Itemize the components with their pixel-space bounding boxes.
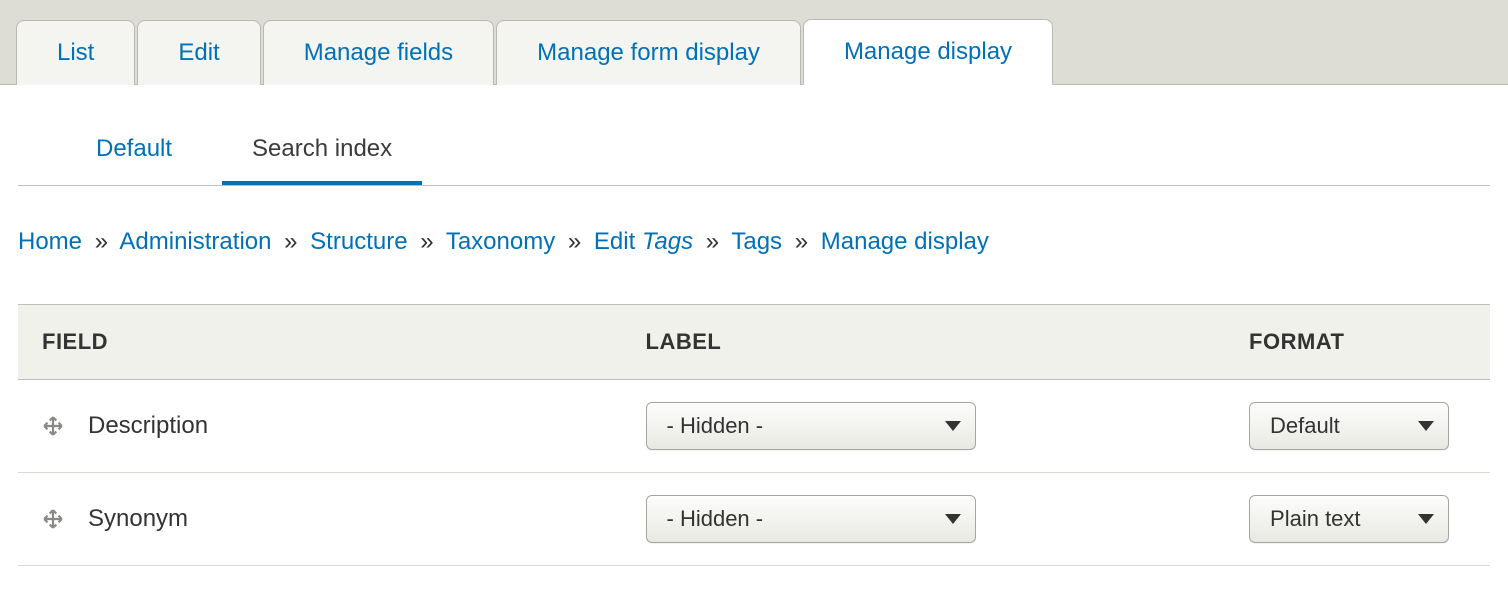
select-value: Plain text <box>1270 506 1361 532</box>
subtab-default[interactable]: Default <box>66 125 202 185</box>
crumb-home[interactable]: Home <box>18 228 82 255</box>
crumb-manage-display[interactable]: Manage display <box>821 228 989 255</box>
drag-handle-icon[interactable] <box>42 508 64 530</box>
th-label: LABEL <box>622 305 1226 380</box>
crumb-administration[interactable]: Administration <box>119 228 271 255</box>
tab-manage-fields[interactable]: Manage fields <box>263 20 494 85</box>
breadcrumb-separator: » <box>562 228 587 255</box>
th-field: FIELD <box>18 305 622 380</box>
chevron-down-icon <box>945 421 961 431</box>
format-select[interactable]: Default <box>1249 402 1449 450</box>
crumb-edit-tags[interactable]: Edit Tags <box>594 228 693 255</box>
chevron-down-icon <box>1418 421 1434 431</box>
table-row: Synonym - Hidden - Plain text <box>18 473 1490 566</box>
crumb-structure[interactable]: Structure <box>310 228 407 255</box>
breadcrumb-separator: » <box>700 228 725 255</box>
tab-edit[interactable]: Edit <box>137 20 260 85</box>
chevron-down-icon <box>1418 514 1434 524</box>
table-row: Description - Hidden - Default <box>18 380 1490 473</box>
field-name: Synonym <box>88 505 188 533</box>
subtab-search-index[interactable]: Search index <box>222 125 422 185</box>
label-select[interactable]: - Hidden - <box>646 495 976 543</box>
format-select[interactable]: Plain text <box>1249 495 1449 543</box>
breadcrumb: Home » Administration » Structure » Taxo… <box>18 186 1490 256</box>
crumb-taxonomy[interactable]: Taxonomy <box>446 228 555 255</box>
select-value: - Hidden - <box>667 506 764 532</box>
breadcrumb-separator: » <box>789 228 814 255</box>
chevron-down-icon <box>945 514 961 524</box>
crumb-tags[interactable]: Tags <box>731 228 782 255</box>
tab-list[interactable]: List <box>16 20 135 85</box>
tab-manage-form-display[interactable]: Manage form display <box>496 20 801 85</box>
drag-handle-icon[interactable] <box>42 415 64 437</box>
breadcrumb-separator: » <box>414 228 439 255</box>
secondary-tabs: Default Search index <box>18 125 1490 186</box>
fields-table: FIELD LABEL FORMAT Description <box>18 304 1490 566</box>
breadcrumb-separator: » <box>89 228 114 255</box>
select-value: - Hidden - <box>667 413 764 439</box>
tab-manage-display[interactable]: Manage display <box>803 19 1053 85</box>
th-format: FORMAT <box>1225 305 1490 380</box>
field-name: Description <box>88 412 208 440</box>
breadcrumb-separator: » <box>278 228 303 255</box>
select-value: Default <box>1270 413 1340 439</box>
label-select[interactable]: - Hidden - <box>646 402 976 450</box>
primary-tabs: List Edit Manage fields Manage form disp… <box>0 0 1508 85</box>
